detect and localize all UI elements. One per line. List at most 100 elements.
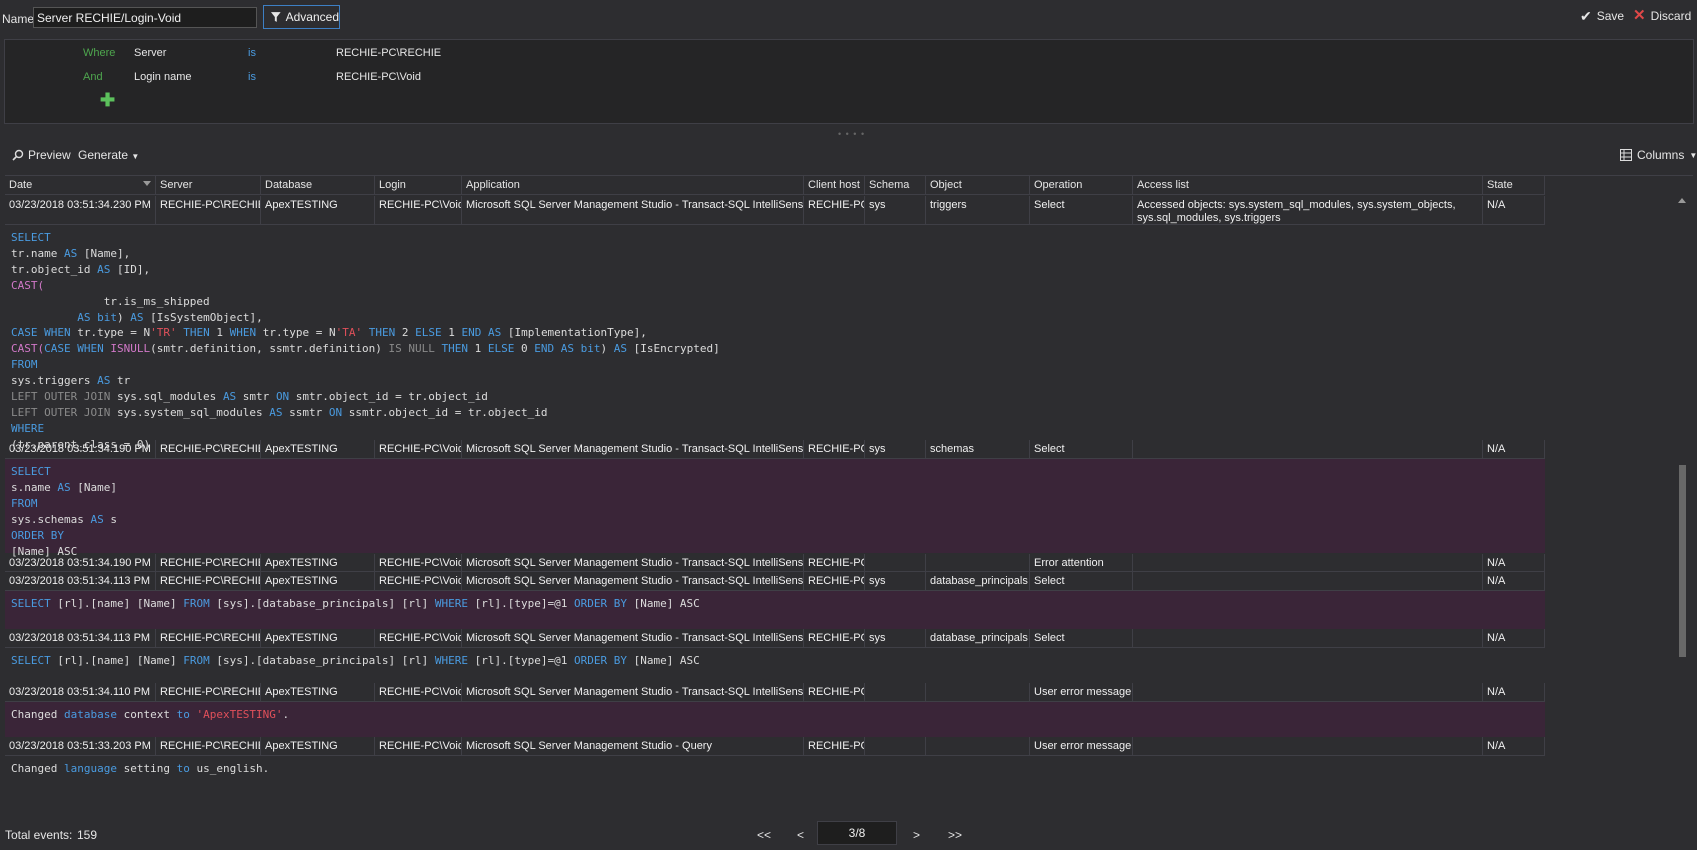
cell-login: RECHIE-PC\Void [375, 440, 462, 458]
cell-application: Microsoft SQL Server Management Studio -… [462, 440, 804, 458]
sql-token: SELECT [11, 654, 51, 667]
cell-server: RECHIE-PC\RECHIE [156, 572, 261, 590]
sql-token: CASE WHEN [11, 326, 71, 340]
column-header-database[interactable]: Database [261, 176, 375, 195]
filter-condition[interactable]: Where Server is RECHIE-PC\RECHIE [5, 47, 605, 61]
sql-line: CASE WHEN tr.type = N'TR' THEN 1 WHEN tr… [11, 325, 1539, 341]
column-header-state[interactable]: State [1483, 176, 1545, 195]
column-header-application[interactable]: Application [462, 176, 804, 195]
cell-state: N/A [1483, 196, 1545, 224]
sql-line: CAST( [11, 278, 1539, 294]
last-page-button[interactable]: >> [948, 828, 962, 842]
sql-token: tr.type = N [256, 326, 336, 340]
sql-token: bit [97, 310, 117, 324]
column-header-operation[interactable]: Operation [1030, 176, 1133, 195]
table-row[interactable]: 03/23/2018 03:51:34.190 PM RECHIE-PC\RECH… [5, 554, 1545, 572]
sql-token: ELSE [415, 326, 442, 340]
condition-operator[interactable]: is [248, 47, 256, 59]
sql-token: AS [269, 405, 283, 419]
cell-schema [865, 683, 926, 701]
sql-token: smtr.object_id = tr.object_id [289, 390, 488, 404]
condition-value[interactable]: RECHIE-PC\Void [336, 71, 421, 83]
cell-database: ApexTESTING [261, 440, 375, 458]
cell-access-list [1133, 737, 1483, 755]
previous-page-button[interactable]: < [797, 828, 804, 842]
cell-database: ApexTESTING [261, 196, 375, 224]
sql-token: s.name [11, 480, 58, 494]
vertical-scrollbar[interactable] [1676, 195, 1688, 815]
scroll-up-icon[interactable] [1678, 198, 1686, 203]
column-header-label: Application [466, 179, 520, 191]
cell-access-list [1133, 572, 1483, 590]
total-events-value: 159 [77, 828, 98, 842]
page-input[interactable] [817, 821, 897, 845]
cell-object: database_principals [926, 572, 1030, 590]
column-header-date[interactable]: Date [5, 176, 156, 195]
save-button[interactable]: ✔ Save [1580, 9, 1624, 23]
sql-token: tr.object_id [11, 262, 98, 276]
discard-button[interactable]: ✕ Discard [1633, 8, 1691, 23]
column-header-object[interactable]: Object [926, 176, 1030, 195]
table-row[interactable]: 03/23/2018 03:51:34.113 PM RECHIE-PC\RECH… [5, 572, 1545, 591]
column-header-schema[interactable]: Schema [865, 176, 926, 195]
search-icon [12, 149, 24, 161]
advanced-button[interactable]: Advanced [263, 5, 340, 29]
first-page-button[interactable]: << [757, 828, 771, 842]
sql-token: [rl].[type]=@1 [468, 654, 574, 667]
cell-client-host: RECHIE-PC [804, 629, 865, 647]
condition-conjunction[interactable]: Where [83, 47, 115, 59]
cell-database: ApexTESTING [261, 572, 375, 590]
condition-field[interactable]: Login name [134, 71, 192, 83]
columns-label: Columns [1637, 148, 1685, 162]
column-header-label: Object [930, 179, 962, 191]
next-page-button[interactable]: > [913, 828, 920, 842]
cell-login: RECHIE-PC\Void [375, 196, 462, 224]
sql-token: 1 [209, 326, 230, 340]
preview-label: Preview [28, 148, 71, 162]
splitter-handle[interactable]: • • • • [838, 129, 865, 139]
table-row[interactable]: 03/23/2018 03:51:34.110 PM RECHIE-PC\RECH… [5, 683, 1545, 702]
filter-condition[interactable]: And Login name is RECHIE-PC\Void [5, 71, 605, 85]
column-header-access-list[interactable]: Access list [1133, 176, 1483, 195]
table-row[interactable]: 03/23/2018 03:51:33.203 PM RECHIE-PC\RECH… [5, 737, 1545, 756]
sql-line: FROM [11, 496, 1539, 512]
column-header-label: Access list [1137, 179, 1189, 191]
sql-token: context [116, 708, 177, 721]
sql-token: WHERE [434, 654, 468, 667]
condition-value[interactable]: RECHIE-PC\RECHIE [336, 47, 441, 59]
sql-token: AS [130, 310, 144, 324]
columns-icon [1620, 149, 1632, 161]
condition-operator[interactable]: is [248, 71, 256, 83]
cell-state: N/A [1483, 629, 1545, 647]
sql-token: FROM [11, 496, 38, 510]
preview-button[interactable]: Preview [12, 148, 71, 162]
cell-access-list [1133, 440, 1483, 458]
chevron-down-icon: ▼ [1689, 150, 1697, 160]
columns-dropdown[interactable]: Columns ▼ [1620, 148, 1697, 162]
sql-token: 1 [441, 326, 462, 340]
column-header-client-host[interactable]: Client host [804, 176, 865, 195]
column-header-login[interactable]: Login [375, 176, 462, 195]
generate-dropdown[interactable]: Generate ▼ [78, 148, 139, 162]
cell-database: ApexTESTING [261, 629, 375, 647]
condition-field[interactable]: Server [134, 47, 166, 59]
column-header-server[interactable]: Server [156, 176, 261, 195]
cell-operation: Error attention [1030, 554, 1133, 571]
check-icon: ✔ [1580, 8, 1592, 24]
add-condition-icon[interactable]: ✚ [100, 90, 115, 111]
grid-toolbar: Preview Generate ▼ Columns ▼ [0, 145, 1697, 165]
condition-conjunction[interactable]: And [83, 71, 103, 83]
table-row[interactable]: 03/23/2018 03:51:34.230 PM RECHIE-PC\RECH… [5, 196, 1545, 225]
table-row[interactable]: 03/23/2018 03:51:34.113 PM RECHIE-PC\RECH… [5, 629, 1545, 648]
cell-date: 03/23/2018 03:51:34.113 PM [5, 629, 156, 647]
name-input[interactable] [33, 7, 257, 28]
scrollbar-thumb[interactable] [1679, 465, 1686, 657]
sql-line: AS bit) AS [IsSystemObject], [11, 310, 1539, 326]
sql-token: 0 [514, 342, 535, 356]
column-header-label: Server [160, 179, 193, 191]
sql-token: THEN [183, 326, 210, 340]
cell-object [926, 737, 1030, 755]
table-row[interactable]: 03/23/2018 03:51:34.190 PM RECHIE-PC\RECH… [5, 440, 1545, 459]
sql-token: FROM [11, 358, 38, 372]
